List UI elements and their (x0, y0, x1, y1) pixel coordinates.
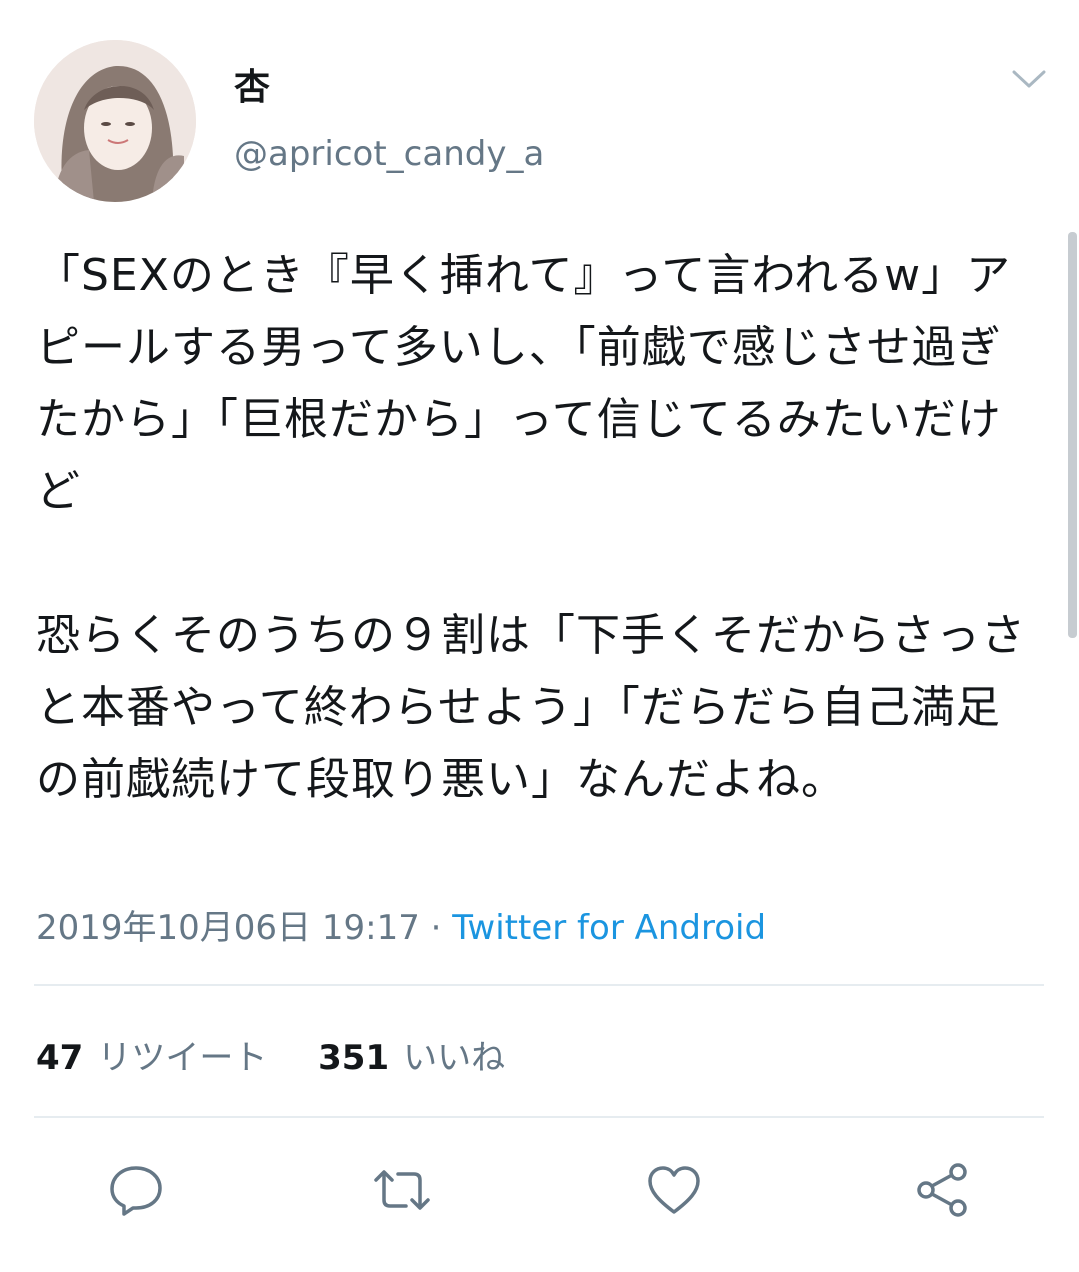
share-icon[interactable] (912, 1160, 972, 1220)
timestamp: 2019年10月06日 19:17 · (36, 908, 453, 948)
tweet-meta: 2019年10月06日 19:17 · Twitter for Android (36, 900, 766, 949)
scrollbar[interactable] (1068, 232, 1077, 638)
retweets-count: 47 (36, 1038, 84, 1078)
heart-icon[interactable] (644, 1160, 704, 1220)
display-name[interactable]: 杏 (234, 58, 270, 110)
divider (34, 1116, 1044, 1118)
divider (34, 984, 1044, 986)
tweet-text: 「SEXのとき『早く挿れて』って言われるw」アピールする男って多いし、「前戯で感… (36, 250, 1026, 805)
action-bar (0, 1150, 1079, 1230)
likes-stat[interactable]: 351 いいね (318, 1030, 505, 1079)
tweet-stats: 47 リツイート 351 いいね (36, 1030, 545, 1079)
chevron-down-icon[interactable] (1010, 64, 1048, 94)
retweets-label: リツイート (97, 1038, 268, 1078)
likes-count: 351 (318, 1038, 390, 1078)
user-handle[interactable]: @apricot_candy_a (234, 134, 544, 174)
retweet-icon[interactable] (372, 1160, 432, 1220)
retweets-stat[interactable]: 47 リツイート (36, 1030, 267, 1079)
source-link[interactable]: Twitter for Android (452, 908, 766, 948)
likes-label: いいね (403, 1038, 506, 1078)
reply-icon[interactable] (106, 1160, 166, 1220)
avatar[interactable] (34, 40, 196, 202)
